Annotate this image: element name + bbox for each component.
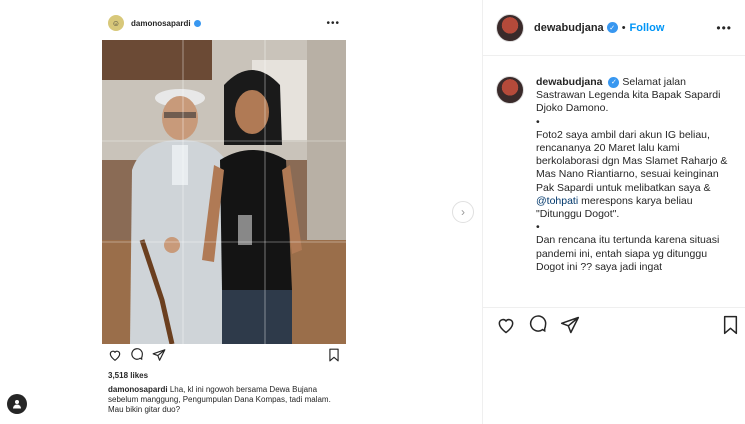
post-photo[interactable] (102, 40, 346, 344)
bookmark-icon[interactable] (722, 315, 739, 340)
comment-line-2: Foto2 saya ambil dari akun IG beliau, re… (536, 128, 728, 194)
embedded-caption: damonosapardi Lha, kl ini ngowoh bersama… (108, 385, 340, 415)
post-sidebar: dewabudjana ✓ • Follow ••• dewabudjana ✓… (482, 0, 745, 424)
post-header: dewabudjana ✓ • Follow ••• (483, 0, 745, 56)
bookmark-icon[interactable] (328, 348, 340, 367)
heart-icon[interactable] (108, 348, 122, 367)
comment-icon[interactable] (130, 347, 144, 367)
comment-bullet-2: • (536, 221, 540, 234)
verified-badge-icon: ✓ (606, 22, 618, 33)
embedded-avatar[interactable]: ☺ (108, 15, 124, 31)
embedded-actions (108, 347, 340, 367)
verified-badge-icon: ✓ (608, 76, 620, 88)
chevron-right-icon[interactable]: › (452, 201, 474, 223)
more-icon[interactable]: ••• (716, 21, 732, 35)
photo-illustration (102, 40, 346, 344)
more-icon[interactable]: ••• (326, 18, 340, 29)
follow-button[interactable]: Follow (630, 22, 665, 34)
author-avatar[interactable] (496, 13, 524, 42)
likes-count[interactable]: 3,518 likes (108, 371, 148, 380)
author-username[interactable]: dewabudjana (534, 22, 604, 34)
caption-username[interactable]: damonosapardi (108, 385, 168, 394)
comment-icon[interactable] (528, 314, 548, 340)
share-icon[interactable] (560, 315, 580, 340)
embedded-post-header: ☺ damonosapardi ••• (102, 10, 346, 36)
left-pane: ☺ damonosapardi ••• 3,518 likes damonosa… (0, 0, 482, 424)
heart-icon[interactable] (496, 315, 516, 340)
user-avatar-icon[interactable] (7, 394, 27, 414)
comment-line-3: Dan rencana itu tertunda karena situasi … (536, 234, 720, 273)
comment-bullet-1: • (536, 115, 540, 128)
caption-comment: dewabudjana ✓ Selamat jalan Sastrawan Le… (536, 76, 736, 274)
embedded-username[interactable]: damonosapardi (131, 19, 191, 28)
mention-link[interactable]: @tohpati (536, 195, 578, 207)
comment-username[interactable]: dewabudjana (536, 76, 603, 88)
separator-dot: • (621, 21, 626, 34)
verified-badge-icon (193, 19, 201, 27)
post-actions (483, 307, 745, 346)
share-icon[interactable] (152, 348, 166, 367)
comments-area[interactable]: dewabudjana ✓ Selamat jalan Sastrawan Le… (483, 70, 745, 306)
comment-avatar[interactable] (496, 76, 524, 104)
